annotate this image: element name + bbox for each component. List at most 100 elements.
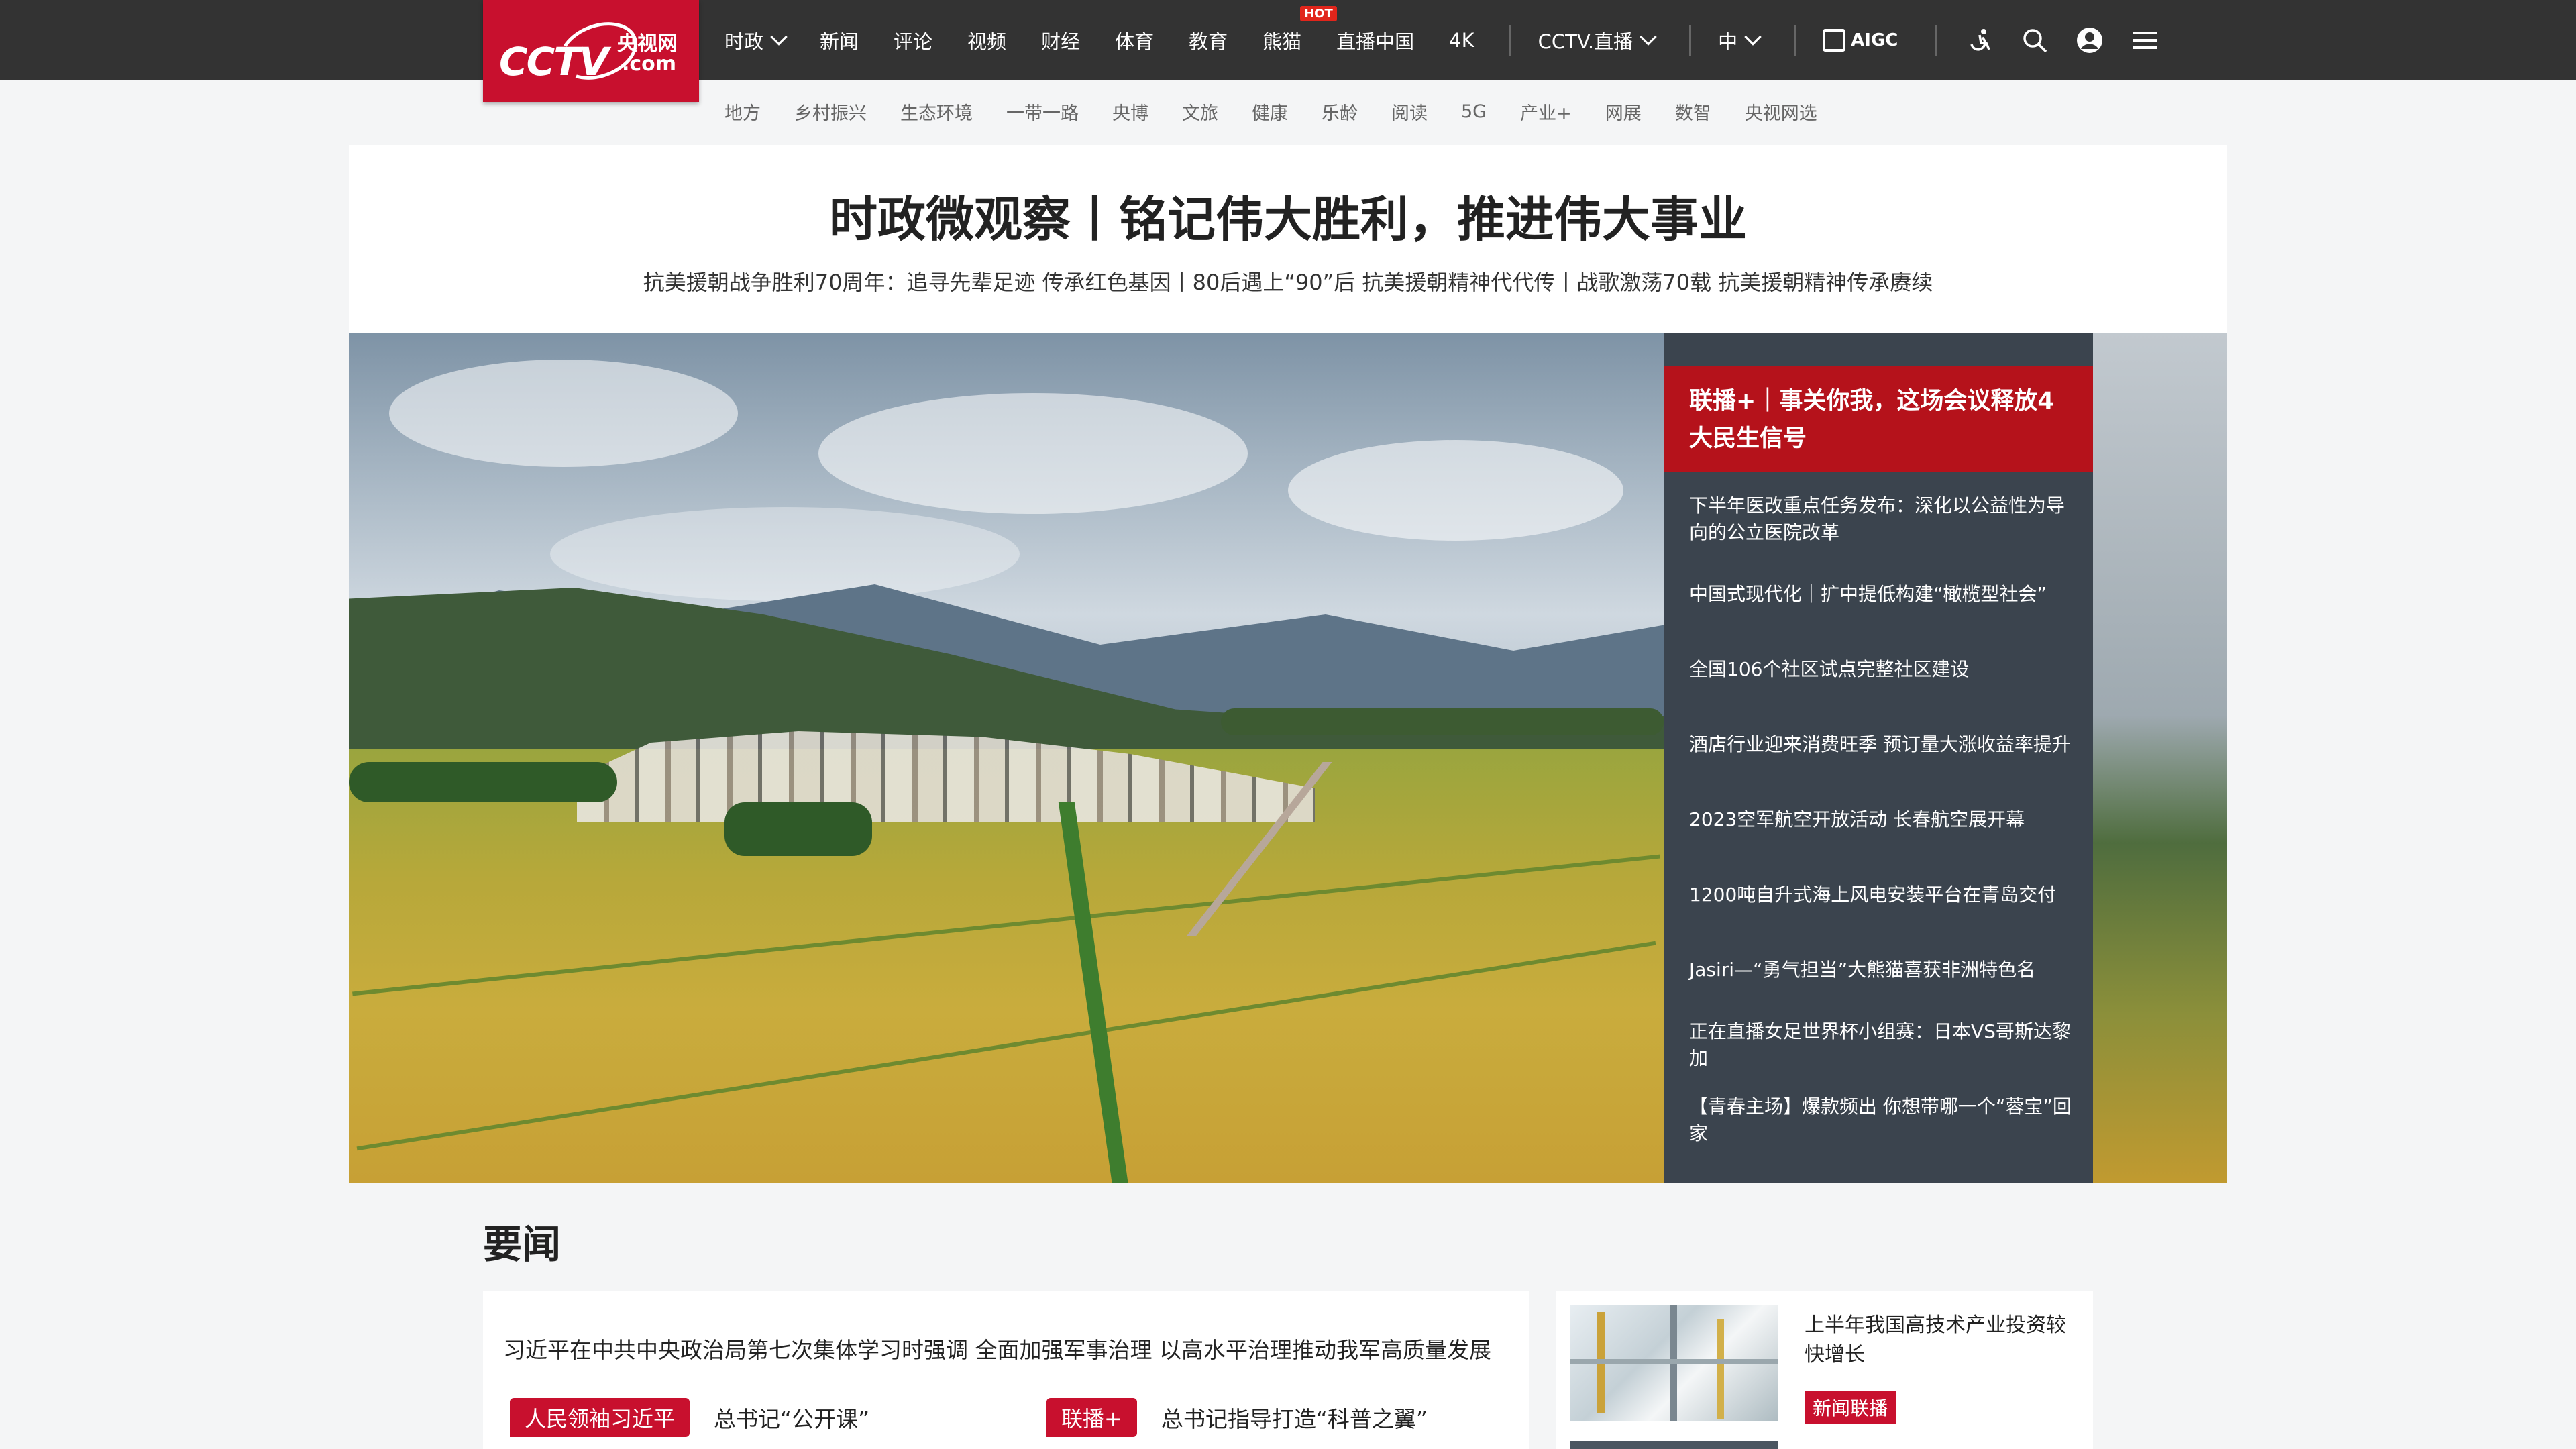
hero-cloud (1288, 440, 1623, 541)
cctv-live-label: CCTV.直播 (1538, 30, 1633, 53)
news-row[interactable]: 人民领袖习近平 总书记“公开课” (510, 1398, 869, 1437)
nav-item-label: 视频 (967, 30, 1007, 53)
subnav-item[interactable]: 乡村振兴 (794, 99, 867, 125)
nav-item-sports[interactable]: 体育 (1115, 26, 1154, 54)
hero-next-slide-preview[interactable] (2093, 333, 2227, 1183)
cctv-live-dropdown[interactable]: CCTV.直播 (1538, 26, 1657, 54)
top-news-card: 习近平在中共中央政治局第七次集体学习时强调 全面加强军事治理 以高水平治理推动我… (483, 1291, 1529, 1449)
subnav-item[interactable]: 5G (1461, 101, 1487, 122)
news-tag: 人民领袖习近平 (510, 1398, 690, 1437)
search-icon (2023, 29, 2047, 53)
hero-trees (349, 762, 617, 802)
nav-item-comment[interactable]: 评论 (894, 26, 932, 54)
thumbnail-machinery (1717, 1319, 1724, 1419)
top-nav-bar: CCTV 央视网 .com 时政 新闻 评论 视频 财经 体育 教育 熊猫 HO… (0, 0, 2576, 102)
logo-main-text: CCTV (499, 39, 609, 85)
user-avatar-icon (2077, 28, 2103, 53)
nav-divider (1689, 25, 1692, 56)
hot-badge: HOT (1300, 6, 1337, 21)
hero-list-item[interactable]: 2023空军航空开放活动 长春航空展开幕 (1689, 782, 2078, 857)
nav-divider (1935, 25, 1938, 56)
language-dropdown[interactable]: 中 (1718, 26, 1762, 54)
nav-item-label: 新闻 (820, 30, 859, 53)
hero-trees (724, 802, 872, 856)
nav-item-label: 评论 (894, 30, 933, 53)
news-tag: 联播+ (1046, 1398, 1137, 1437)
top-news-headline[interactable]: 习近平在中共中央政治局第七次集体学习时强调 全面加强军事治理 以高水平治理推动我… (503, 1332, 1491, 1364)
nav-item-education[interactable]: 教育 (1189, 26, 1228, 54)
nav-item-label: 体育 (1115, 30, 1155, 53)
hero-list-item[interactable]: 【青春主场】爆款频出 你想带哪一个“蓉宝”回家 (1689, 1083, 2078, 1158)
side-news-tag: 新闻联播 (1805, 1391, 1896, 1424)
hero-image[interactable] (349, 333, 1664, 1183)
subnav-item[interactable]: 网展 (1605, 99, 1642, 125)
section-title-top-news: 要闻 (483, 1222, 561, 1267)
headline-block: 时政微观察丨铭记伟大胜利，推进伟大事业 抗美援朝战争胜利70周年：追寻先辈足迹 … (349, 145, 2227, 333)
chevron-down-icon (1640, 28, 1657, 46)
hero-carousel: 联播+｜事关你我，这场会议释放4大民生信号 下半年医改重点任务发布：深化以公益性… (349, 333, 2227, 1183)
subnav-item[interactable]: 地方 (724, 99, 761, 125)
nav-item-4k[interactable]: 4K (1449, 29, 1474, 52)
nav-item-label: 直播中国 (1336, 30, 1415, 53)
nav-divider (1794, 25, 1796, 56)
hero-list-item[interactable]: 全国106个社区试点完整社区建设 (1689, 632, 2078, 707)
thumbnail-machinery (1570, 1359, 1778, 1364)
hero-list-item[interactable]: Jasiri—“勇气担当”大熊猫喜获非洲特色名 (1689, 932, 2078, 1008)
chevron-down-icon (770, 28, 788, 46)
aigc-label: AIGC (1851, 30, 1898, 50)
accessibility-icon (1970, 29, 1990, 51)
search-button[interactable] (2019, 25, 2050, 56)
language-label: 中 (1718, 30, 1738, 53)
nav-divider (1509, 25, 1511, 56)
nav-item-label: 财经 (1041, 30, 1081, 53)
subnav-item[interactable]: 生态环境 (900, 99, 973, 125)
cctv-logo[interactable]: CCTV 央视网 .com (483, 0, 699, 102)
hero-list-item[interactable]: 中国式现代化｜扩中提低构建“橄榄型社会” (1689, 557, 2078, 632)
nav-item-panda[interactable]: 熊猫 HOT (1263, 6, 1337, 54)
subnav-item[interactable]: 央博 (1112, 99, 1148, 125)
subnav-item[interactable]: 乐龄 (1322, 99, 1358, 125)
user-button[interactable] (2074, 25, 2105, 56)
nav-item-video[interactable]: 视频 (967, 26, 1006, 54)
hero-feature-headline[interactable]: 联播+｜事关你我，这场会议释放4大民生信号 (1664, 366, 2093, 472)
news-row[interactable]: 联播+ 总书记指导打造“科普之翼” (1046, 1398, 1428, 1437)
hamburger-menu-icon (2133, 32, 2157, 49)
headline-sublinks[interactable]: 抗美援朝战争胜利70周年：追寻先辈足迹 传承红色基因丨80后遇上“90”后 抗美… (349, 266, 2227, 297)
hero-list-item[interactable]: 酒店行业迎来消费旺季 预订量大涨收益率提升 (1689, 707, 2078, 782)
logo-com-text: .com (621, 52, 676, 76)
hero-cloud (389, 360, 738, 467)
headline-title[interactable]: 时政微观察丨铭记伟大胜利，推进伟大事业 (349, 180, 2227, 250)
subnav-item[interactable]: 健康 (1252, 99, 1288, 125)
aigc-icon (1823, 29, 1846, 52)
hero-side-panel: 联播+｜事关你我，这场会议释放4大民生信号 下半年医改重点任务发布：深化以公益性… (1664, 333, 2093, 1183)
news-link: 总书记指导打造“科普之翼” (1161, 1406, 1428, 1432)
menu-button[interactable] (2129, 25, 2160, 56)
news-thumbnail (1570, 1305, 1778, 1421)
nav-item-label: 时政 (724, 30, 764, 53)
hero-cloud (818, 393, 1248, 514)
nav-item-finance[interactable]: 财经 (1041, 26, 1080, 54)
hero-cloud (550, 507, 1020, 601)
hero-list-item[interactable]: 1200吨自升式海上风电安装平台在青岛交付 (1689, 857, 2078, 932)
accessibility-button[interactable] (1964, 25, 1995, 56)
subnav-item[interactable]: 阅读 (1391, 99, 1428, 125)
hero-trees (1221, 708, 1664, 735)
nav-item-label: 4K (1449, 29, 1474, 52)
subnav-item[interactable]: 央视网选 (1745, 99, 1817, 125)
subnav-item[interactable]: 一带一路 (1006, 99, 1079, 125)
side-news-title: 上半年我国高技术产业投资较快增长 (1805, 1313, 2066, 1366)
news-thumbnail-next (1570, 1441, 1778, 1449)
subnav-item[interactable]: 文旅 (1182, 99, 1218, 125)
subnav-item[interactable]: 产业+ (1520, 99, 1572, 125)
nav-item-news[interactable]: 新闻 (820, 26, 859, 54)
nav-item-label: 教育 (1189, 30, 1228, 53)
hero-list-item[interactable]: 下半年医改重点任务发布：深化以公益性为导向的公立医院改革 (1689, 482, 2078, 557)
side-news-card[interactable]: 上半年我国高技术产业投资较快增长 新闻联播 (1556, 1291, 2093, 1449)
hero-side-list: 下半年医改重点任务发布：深化以公益性为导向的公立医院改革 中国式现代化｜扩中提低… (1689, 482, 2078, 1158)
hero-list-item[interactable]: 正在直播女足世界杯小组赛：日本VS哥斯达黎加 (1689, 1008, 2078, 1083)
aigc-link[interactable]: AIGC (1823, 29, 1898, 52)
nav-item-live-china[interactable]: 直播中国 (1336, 26, 1414, 54)
nav-item-politics[interactable]: 时政 (724, 26, 788, 54)
nav-item-label: 熊猫 (1263, 30, 1302, 53)
subnav-item[interactable]: 数智 (1675, 99, 1711, 125)
